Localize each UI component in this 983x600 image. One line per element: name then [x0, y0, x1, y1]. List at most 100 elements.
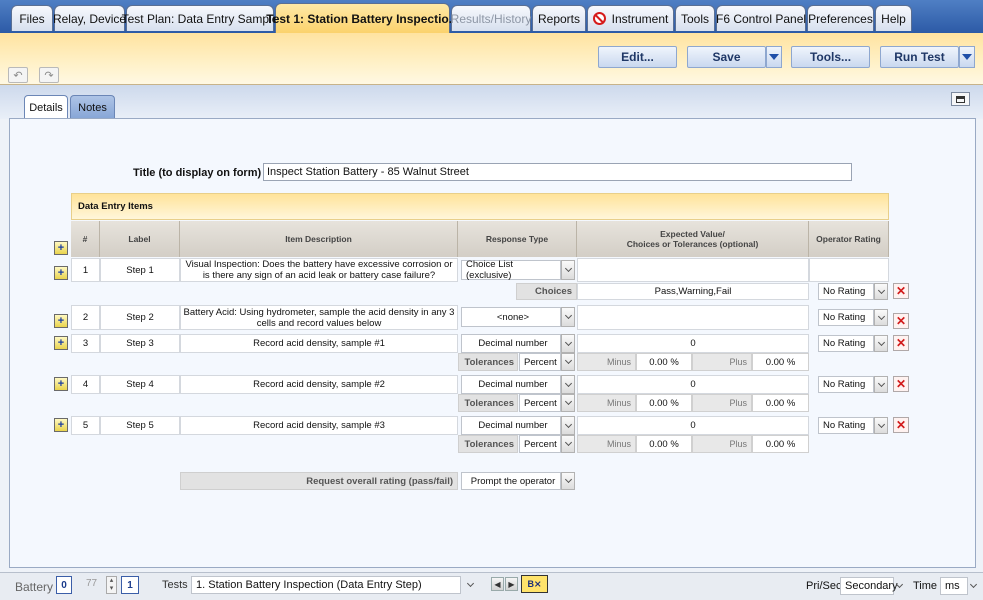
battery-spinner[interactable]: ▴ ▾	[106, 576, 117, 594]
tab-results-history[interactable]: Results/History	[451, 5, 531, 31]
edit-button[interactable]: Edit...	[598, 46, 677, 68]
insert-row-button[interactable]: +	[54, 314, 68, 328]
expected-value-cell[interactable]	[577, 258, 809, 282]
overall-rating-dropdown[interactable]	[561, 472, 575, 490]
minus-tolerance-input[interactable]: 0.00 %	[636, 394, 692, 412]
tolerance-type-select[interactable]: Percent	[519, 435, 561, 453]
tests-dropdown[interactable]	[463, 576, 477, 594]
response-type-dropdown[interactable]	[561, 334, 575, 353]
row-label[interactable]: Step 3	[100, 334, 180, 353]
prisec-select[interactable]: Secondary	[840, 577, 898, 595]
battery-value[interactable]: 0	[56, 576, 72, 594]
operator-rating-dropdown[interactable]	[874, 283, 888, 300]
minus-tolerance-input[interactable]: 0.00 %	[636, 435, 692, 453]
choices-value[interactable]: Pass,Warning,Fail	[577, 283, 809, 300]
insert-row-button[interactable]: +	[54, 418, 68, 432]
tab-files[interactable]: Files	[11, 5, 53, 31]
tab-instrument[interactable]: Instrument	[587, 5, 674, 31]
test-toggle-button[interactable]: B⨯	[521, 575, 548, 593]
undo-button[interactable]: ↶	[8, 67, 28, 83]
delete-row-button[interactable]: ✕	[893, 335, 909, 351]
row-label[interactable]: Step 1	[100, 258, 180, 282]
tab-notes[interactable]: Notes	[70, 95, 115, 119]
row-description[interactable]: Visual Inspection: Does the battery have…	[180, 258, 458, 282]
tab-relay-device[interactable]: Relay, Device	[53, 5, 126, 31]
response-type-select[interactable]: Choice List (exclusive)	[461, 259, 561, 281]
chevron-down-icon	[564, 397, 572, 406]
expected-value-cell[interactable]	[577, 305, 809, 330]
tolerance-type-select[interactable]: Percent	[519, 353, 561, 371]
tolerance-type-dropdown[interactable]	[561, 394, 575, 412]
save-button[interactable]: Save	[687, 46, 766, 68]
minus-tolerance-input[interactable]: 0.00 %	[636, 353, 692, 371]
tab-reports[interactable]: Reports	[532, 5, 586, 31]
row-description[interactable]: Record acid density, sample #1	[180, 334, 458, 353]
insert-row-button[interactable]: +	[54, 266, 68, 280]
row-label[interactable]: Step 2	[100, 305, 180, 330]
operator-rating-dropdown[interactable]	[874, 335, 888, 352]
plus-tolerance-input[interactable]: 0.00 %	[752, 394, 809, 412]
delete-row-button[interactable]: ✕	[893, 376, 909, 392]
tolerance-type-dropdown[interactable]	[561, 435, 575, 453]
toolbar: Edit... Save Tools... Run Test ↶ ↷	[0, 33, 983, 85]
row-description[interactable]: Record acid density, sample #2	[180, 375, 458, 394]
response-type-dropdown[interactable]	[561, 260, 575, 280]
tolerance-type-dropdown[interactable]	[561, 353, 575, 371]
operator-rating-dropdown[interactable]	[874, 376, 888, 393]
prisec-dropdown[interactable]	[892, 577, 906, 595]
redo-button[interactable]: ↷	[39, 67, 59, 83]
operator-rating-select[interactable]: No Rating	[818, 417, 874, 434]
expected-value-input[interactable]: 0	[577, 375, 809, 394]
run-test-button[interactable]: Run Test	[880, 46, 959, 68]
response-type-select[interactable]: Decimal number	[461, 375, 561, 394]
tab-f6-control-panel[interactable]: F6 Control Panel	[716, 5, 806, 31]
operator-rating-dropdown[interactable]	[874, 309, 888, 326]
time-unit-select[interactable]: ms	[940, 577, 968, 595]
operator-rating-select[interactable]: No Rating	[818, 335, 874, 352]
tab-tools[interactable]: Tools	[675, 5, 715, 31]
tab-details[interactable]: Details	[24, 95, 68, 119]
window-collapse-button[interactable]	[951, 92, 970, 106]
expected-value-input[interactable]: 0	[577, 416, 809, 435]
tab-test-1[interactable]: Test 1: Station Battery Inspectio...	[266, 3, 459, 33]
delete-row-button[interactable]: ✕	[893, 283, 909, 299]
row-description[interactable]: Record acid density, sample #3	[180, 416, 458, 435]
tab-preferences[interactable]: Preferences	[807, 5, 874, 31]
add-row-button[interactable]: +	[54, 241, 68, 255]
operator-rating-select[interactable]: No Rating	[818, 283, 874, 300]
insert-row-button[interactable]: +	[54, 336, 68, 350]
response-type-dropdown[interactable]	[561, 307, 575, 327]
tab-help[interactable]: Help	[875, 5, 912, 31]
row-description[interactable]: Battery Acid: Using hydrometer, sample t…	[180, 305, 458, 330]
run-test-dropdown-button[interactable]	[959, 46, 975, 68]
title-input[interactable]: Inspect Station Battery - 85 Walnut Stre…	[263, 163, 852, 181]
response-type-dropdown[interactable]	[561, 375, 575, 394]
operator-rating-dropdown[interactable]	[874, 417, 888, 434]
plus-tolerance-input[interactable]: 0.00 %	[752, 435, 809, 453]
tests-select[interactable]: 1. Station Battery Inspection (Data Entr…	[191, 576, 461, 594]
response-type-select[interactable]: Decimal number	[461, 416, 561, 435]
row-label[interactable]: Step 5	[100, 416, 180, 435]
operator-rating-select[interactable]: No Rating	[818, 376, 874, 393]
previous-test-button[interactable]: ◀	[491, 577, 504, 591]
chevron-down-icon	[564, 475, 572, 484]
close-icon: ✕	[895, 418, 907, 432]
tools-button[interactable]: Tools...	[791, 46, 870, 68]
plus-tolerance-input[interactable]: 0.00 %	[752, 353, 809, 371]
time-unit-dropdown[interactable]	[966, 577, 980, 595]
row-label[interactable]: Step 4	[100, 375, 180, 394]
response-type-select[interactable]: Decimal number	[461, 334, 561, 353]
insert-row-button[interactable]: +	[54, 377, 68, 391]
response-type-dropdown[interactable]	[561, 416, 575, 435]
overall-rating-select[interactable]: Prompt the operator	[461, 472, 561, 490]
operator-rating-select[interactable]: No Rating	[818, 309, 874, 326]
battery-index[interactable]: 1	[121, 576, 139, 594]
tolerance-type-select[interactable]: Percent	[519, 394, 561, 412]
tab-test-plan[interactable]: Test Plan: Data Entry Sample	[122, 5, 278, 31]
delete-row-button[interactable]: ✕	[893, 313, 909, 329]
save-dropdown-button[interactable]	[766, 46, 782, 68]
expected-value-input[interactable]: 0	[577, 334, 809, 353]
delete-row-button[interactable]: ✕	[893, 417, 909, 433]
next-test-button[interactable]: ▶	[505, 577, 518, 591]
response-type-select[interactable]: <none>	[461, 307, 561, 327]
